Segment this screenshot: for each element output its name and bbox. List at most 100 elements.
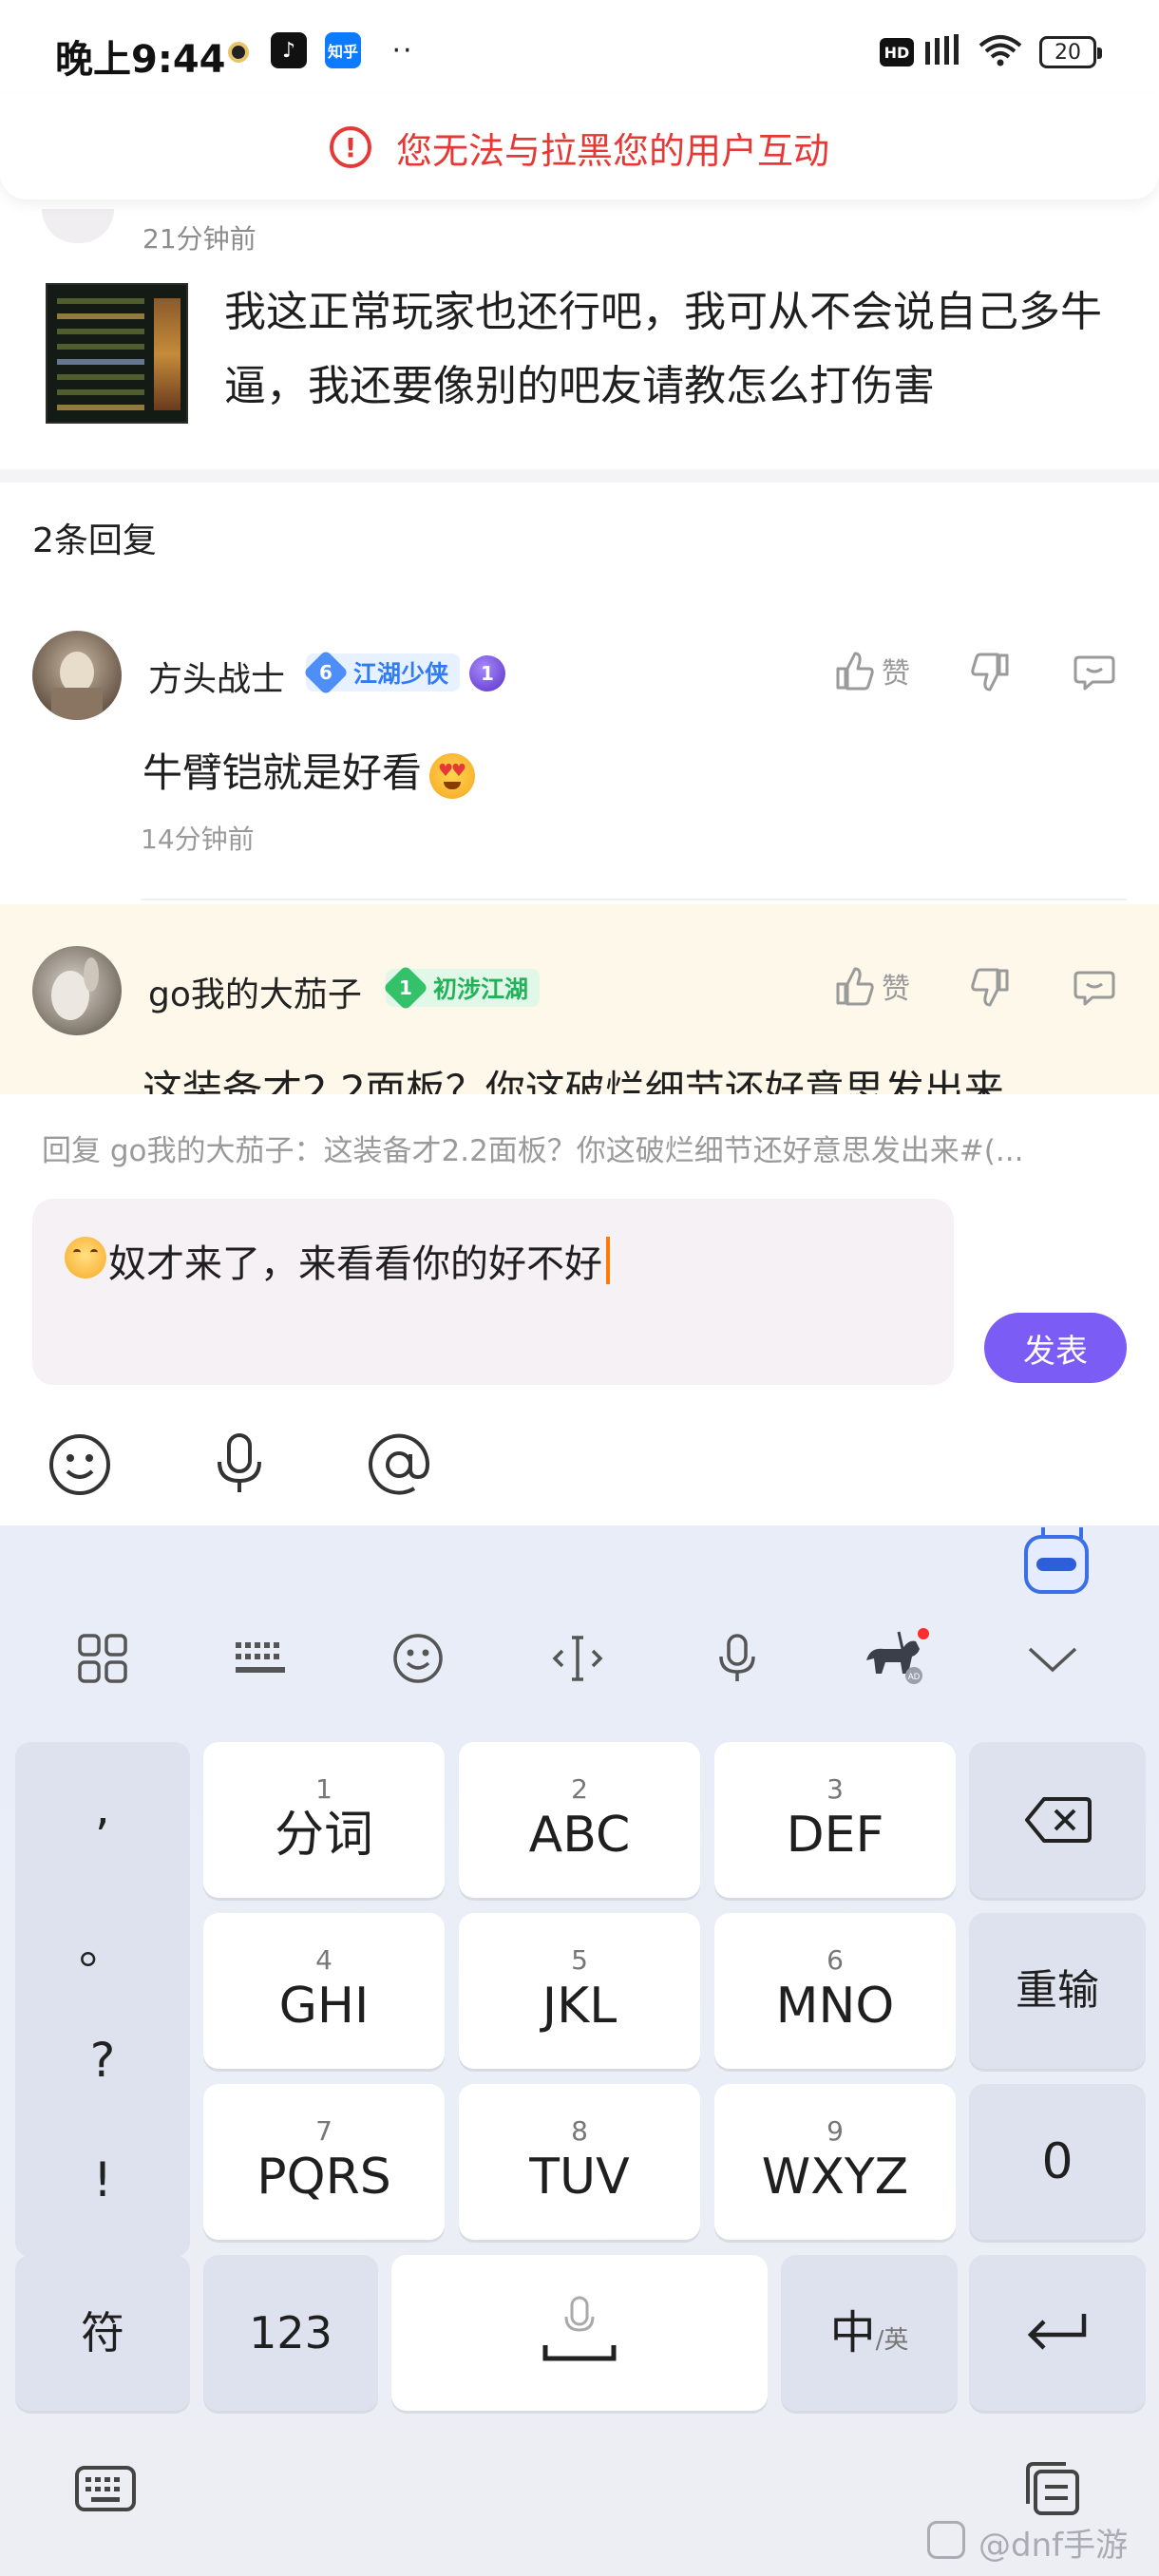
- guide-dog-icon: AD: [866, 1628, 929, 1684]
- medal-icon: 1: [469, 655, 505, 691]
- emoji-icon: [393, 1634, 443, 1683]
- mic-icon: [719, 1634, 755, 1681]
- key-9[interactable]: 9 WXYZ: [714, 2084, 956, 2240]
- key-6[interactable]: 6 MNO: [714, 1913, 956, 2069]
- app-notification-icon: [228, 42, 249, 63]
- reply-input[interactable]: 奴才来了，来看看你的好不好: [32, 1199, 954, 1385]
- backspace-key[interactable]: [969, 1742, 1146, 1898]
- tiktok-icon: ♪: [271, 32, 307, 68]
- reply-button[interactable]: [1074, 652, 1115, 693]
- punct-key[interactable]: ,: [15, 1780, 190, 1835]
- kb-toolbar-layout[interactable]: [222, 1620, 298, 1696]
- reply-username[interactable]: 方头战士: [148, 652, 285, 701]
- keyboard-icon: [236, 1642, 285, 1673]
- key-8[interactable]: 8 TUV: [459, 2084, 700, 2240]
- reply-item: 方头战士 6 江湖少侠 1 赞 牛臂铠就是好看 14分钟前: [0, 608, 1159, 902]
- watermark-icon: [927, 2521, 965, 2559]
- switch-keyboard-button[interactable]: [72, 2460, 139, 2517]
- status-bar: 晚上9:44 ♪ 知乎 ·· HD 20: [0, 0, 1159, 104]
- keyboard-icon: [75, 2466, 136, 2511]
- reply-button[interactable]: [1074, 967, 1115, 1009]
- dislike-button[interactable]: [969, 967, 1011, 1009]
- watermark: @dnf手游吧: [978, 2527, 1129, 2576]
- key-4[interactable]: 4 GHI: [203, 1913, 445, 2069]
- key-3[interactable]: 3 DEF: [714, 1742, 956, 1898]
- comment-text: 我这正常玩家也还行吧，我可从不会说自己多牛逼，我还要像别的吧友请教怎么打伤害: [224, 288, 1102, 410]
- thumb-up-icon: [836, 652, 874, 691]
- comment-icon: [1074, 655, 1115, 691]
- cursor-icon: [552, 1636, 603, 1681]
- voice-input-button[interactable]: [201, 1427, 277, 1503]
- symbols-key[interactable]: 符: [15, 2255, 190, 2411]
- comment-time: 21分钟前: [142, 223, 256, 255]
- reply-text: 牛臂铠就是好看: [142, 741, 476, 799]
- kb-toolbar-cursor[interactable]: [540, 1620, 616, 1696]
- key-7[interactable]: 7 PQRS: [203, 2084, 445, 2240]
- kb-toolbar-assist[interactable]: AD: [857, 1620, 933, 1696]
- emoji-picker-button[interactable]: [42, 1427, 118, 1503]
- heart-eyes-emoji-icon: [429, 752, 476, 799]
- zhihu-icon: 知乎: [325, 32, 361, 68]
- thumb-up-icon: [836, 967, 874, 1006]
- reinput-key[interactable]: 重输: [969, 1913, 1146, 2069]
- backspace-icon: [1025, 1797, 1092, 1843]
- key-5[interactable]: 5 JKL: [459, 1913, 700, 2069]
- emoji-icon: [49, 1434, 110, 1495]
- comment-image-thumbnail[interactable]: [46, 283, 188, 424]
- like-button[interactable]: 赞: [834, 965, 910, 1007]
- mic-icon: [218, 1433, 261, 1492]
- clipboard-button[interactable]: [1018, 2460, 1085, 2517]
- ime-mascot-icon[interactable]: [1024, 1527, 1089, 1594]
- divider: [141, 899, 1127, 900]
- thumb-down-icon: [971, 653, 1009, 691]
- kb-toolbar-apps[interactable]: [65, 1620, 141, 1696]
- punct-key[interactable]: ?: [15, 2033, 190, 2088]
- grid-icon: [78, 1634, 127, 1683]
- reply-target-hint: 回复 go我的大茄子：这装备才2.2面板？你这破烂细节还好意思发出来#(...: [42, 1134, 1024, 1168]
- more-notifications-icon: ··: [391, 33, 414, 67]
- kb-toolbar-voice[interactable]: [699, 1620, 775, 1696]
- kb-toolbar-emoji[interactable]: [380, 1620, 456, 1696]
- level-badge: 6 江湖少侠: [302, 649, 461, 696]
- battery-icon: 20: [1039, 36, 1102, 68]
- kb-toolbar-collapse[interactable]: [1015, 1620, 1091, 1696]
- wifi-icon: [978, 32, 1022, 68]
- reply-input-text: 奴才来了，来看看你的好不好: [108, 1233, 610, 1288]
- avatar[interactable]: [32, 631, 122, 720]
- thumb-down-icon: [971, 968, 1009, 1007]
- text-caret: [606, 1237, 610, 1284]
- key-1[interactable]: 1 分词: [203, 1742, 445, 1898]
- avatar[interactable]: [32, 946, 122, 1035]
- like-button[interactable]: 赞: [834, 650, 910, 691]
- send-button[interactable]: 发表: [984, 1313, 1127, 1383]
- avatar[interactable]: [42, 209, 114, 243]
- enter-key[interactable]: [969, 2255, 1146, 2411]
- punct-key[interactable]: 。: [15, 1909, 190, 1978]
- reply-time: 14分钟前: [141, 824, 255, 855]
- at-icon: [369, 1433, 430, 1495]
- key-2[interactable]: 2 ABC: [459, 1742, 700, 1898]
- banner-text: 您无法与拉黑您的用户互动: [395, 129, 829, 172]
- ime-keyboard: AD , 。 ? ! 1 分词 2 ABC 3 DEF 4 GHI 5 JKL 6 MNO …: [0, 1525, 1159, 2576]
- dislike-button[interactable]: [969, 652, 1011, 693]
- space-mic-icon: [542, 2296, 617, 2361]
- language-switch-key[interactable]: 中/英: [781, 2255, 958, 2411]
- signal-icon: [923, 32, 965, 68]
- reply-composer: 回复 go我的大茄子：这装备才2.2面板？你这破烂细节还好意思发出来#(... …: [0, 1094, 1159, 1525]
- mention-button[interactable]: [361, 1427, 437, 1503]
- key-0[interactable]: 0: [969, 2084, 1146, 2240]
- punctuation-key-column[interactable]: , 。 ? !: [15, 1742, 190, 2257]
- section-divider: [0, 469, 1159, 483]
- svg-text:AD: AD: [908, 1672, 921, 1681]
- space-key[interactable]: [391, 2255, 768, 2411]
- original-comment: 21分钟前 我这正常玩家也还行吧，我可从不会说自己多牛逼，我还要像别的吧友请教怎…: [0, 190, 1159, 475]
- reply-text: 这装备才2.2面板？你这破烂细节还好意思发出来: [142, 1067, 1004, 1094]
- enter-icon: [1027, 2314, 1087, 2350]
- clipboard-icon: [1026, 2462, 1079, 2515]
- numbers-key[interactable]: 123: [203, 2255, 378, 2411]
- status-time: 晚上9:44: [55, 38, 226, 82]
- reply-item: go我的大茄子 1 初涉江湖 赞 这装备才2.2面板？你这破烂细节还好意思发出来: [0, 904, 1159, 1094]
- blocked-user-banner: ! 您无法与拉黑您的用户互动: [0, 95, 1159, 199]
- punct-key[interactable]: !: [15, 2152, 190, 2207]
- reply-username[interactable]: go我的大茄子: [148, 967, 362, 1016]
